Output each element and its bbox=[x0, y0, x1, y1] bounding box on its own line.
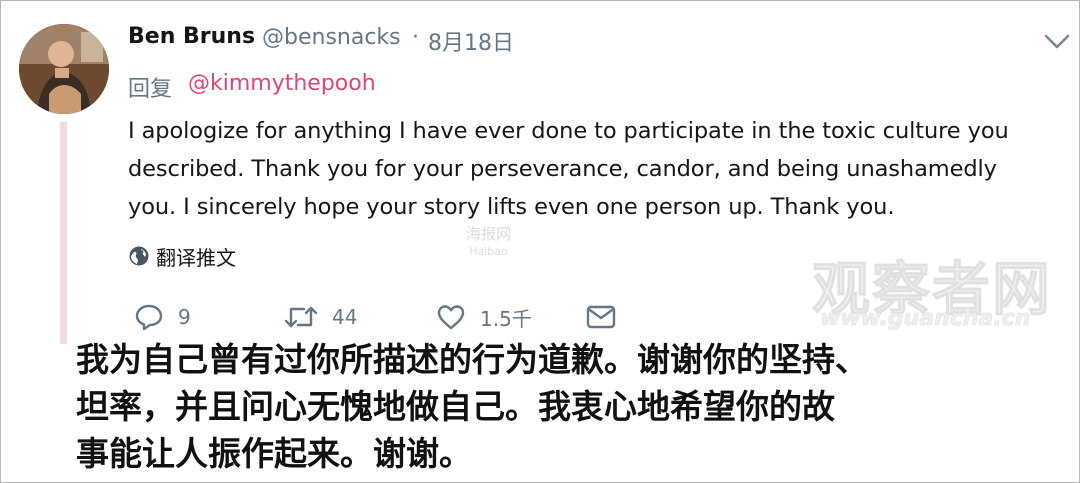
author-handle[interactable]: @bensnacks bbox=[262, 25, 401, 50]
heart-icon bbox=[437, 305, 465, 330]
like-button[interactable]: 1.5千 bbox=[436, 302, 532, 332]
retweet-icon bbox=[284, 306, 318, 328]
watermark-small-main: 海报网 bbox=[466, 225, 512, 243]
translate-label: 翻译推文 bbox=[156, 245, 236, 270]
watermark-small-sub: Haibao bbox=[469, 245, 508, 258]
separator-dot: · bbox=[412, 25, 419, 50]
caption-line: 坦率，并且问心无愧地做自己。我衷心地希望你的故 bbox=[76, 387, 835, 426]
reply-button[interactable]: 9 bbox=[134, 302, 191, 332]
like-count: 1.5千 bbox=[480, 306, 532, 331]
caption-line: 我为自己曾有过你所描述的行为道歉。谢谢你的坚持、 bbox=[76, 340, 868, 379]
tweet-text-line: described. Thank you for your perseveran… bbox=[128, 156, 997, 182]
author-name[interactable]: Ben Bruns bbox=[128, 24, 255, 49]
avatar-photo bbox=[19, 24, 109, 114]
tweet-text-line: you. I sincerely hope your story lifts e… bbox=[128, 194, 895, 220]
haibao-watermark: 海报网 Haibao bbox=[466, 225, 511, 261]
thread-line bbox=[60, 122, 67, 344]
chevron-down-icon[interactable] bbox=[1043, 33, 1071, 51]
retweet-button[interactable]: 44 bbox=[284, 302, 357, 332]
guancha-url-watermark: www.guancha.cn bbox=[820, 306, 1031, 332]
reply-count: 9 bbox=[178, 305, 191, 329]
speech-bubble-icon bbox=[135, 304, 163, 331]
tweet-text: I apologize for anything I have ever don… bbox=[128, 112, 1063, 226]
retweet-count: 44 bbox=[332, 305, 358, 329]
caption-line: 事能让人振作起来。谢谢。 bbox=[76, 434, 472, 473]
translation-caption: 我为自己曾有过你所描述的行为道歉。谢谢你的坚持、 坦率，并且问心无愧地做自己。我… bbox=[76, 336, 1036, 477]
envelope-icon bbox=[586, 305, 616, 329]
tweet-text-line: I apologize for anything I have ever don… bbox=[128, 118, 1009, 144]
avatar[interactable] bbox=[19, 24, 109, 114]
reply-label: 回复 bbox=[128, 77, 173, 102]
reply-to-link[interactable]: @kimmythepooh bbox=[188, 71, 376, 96]
globe-icon bbox=[129, 246, 149, 266]
direct-message-button[interactable] bbox=[585, 302, 617, 332]
tweet-date[interactable]: 8月18日 bbox=[428, 25, 514, 57]
translate-tweet-button[interactable]: 翻译推文 bbox=[128, 243, 236, 270]
